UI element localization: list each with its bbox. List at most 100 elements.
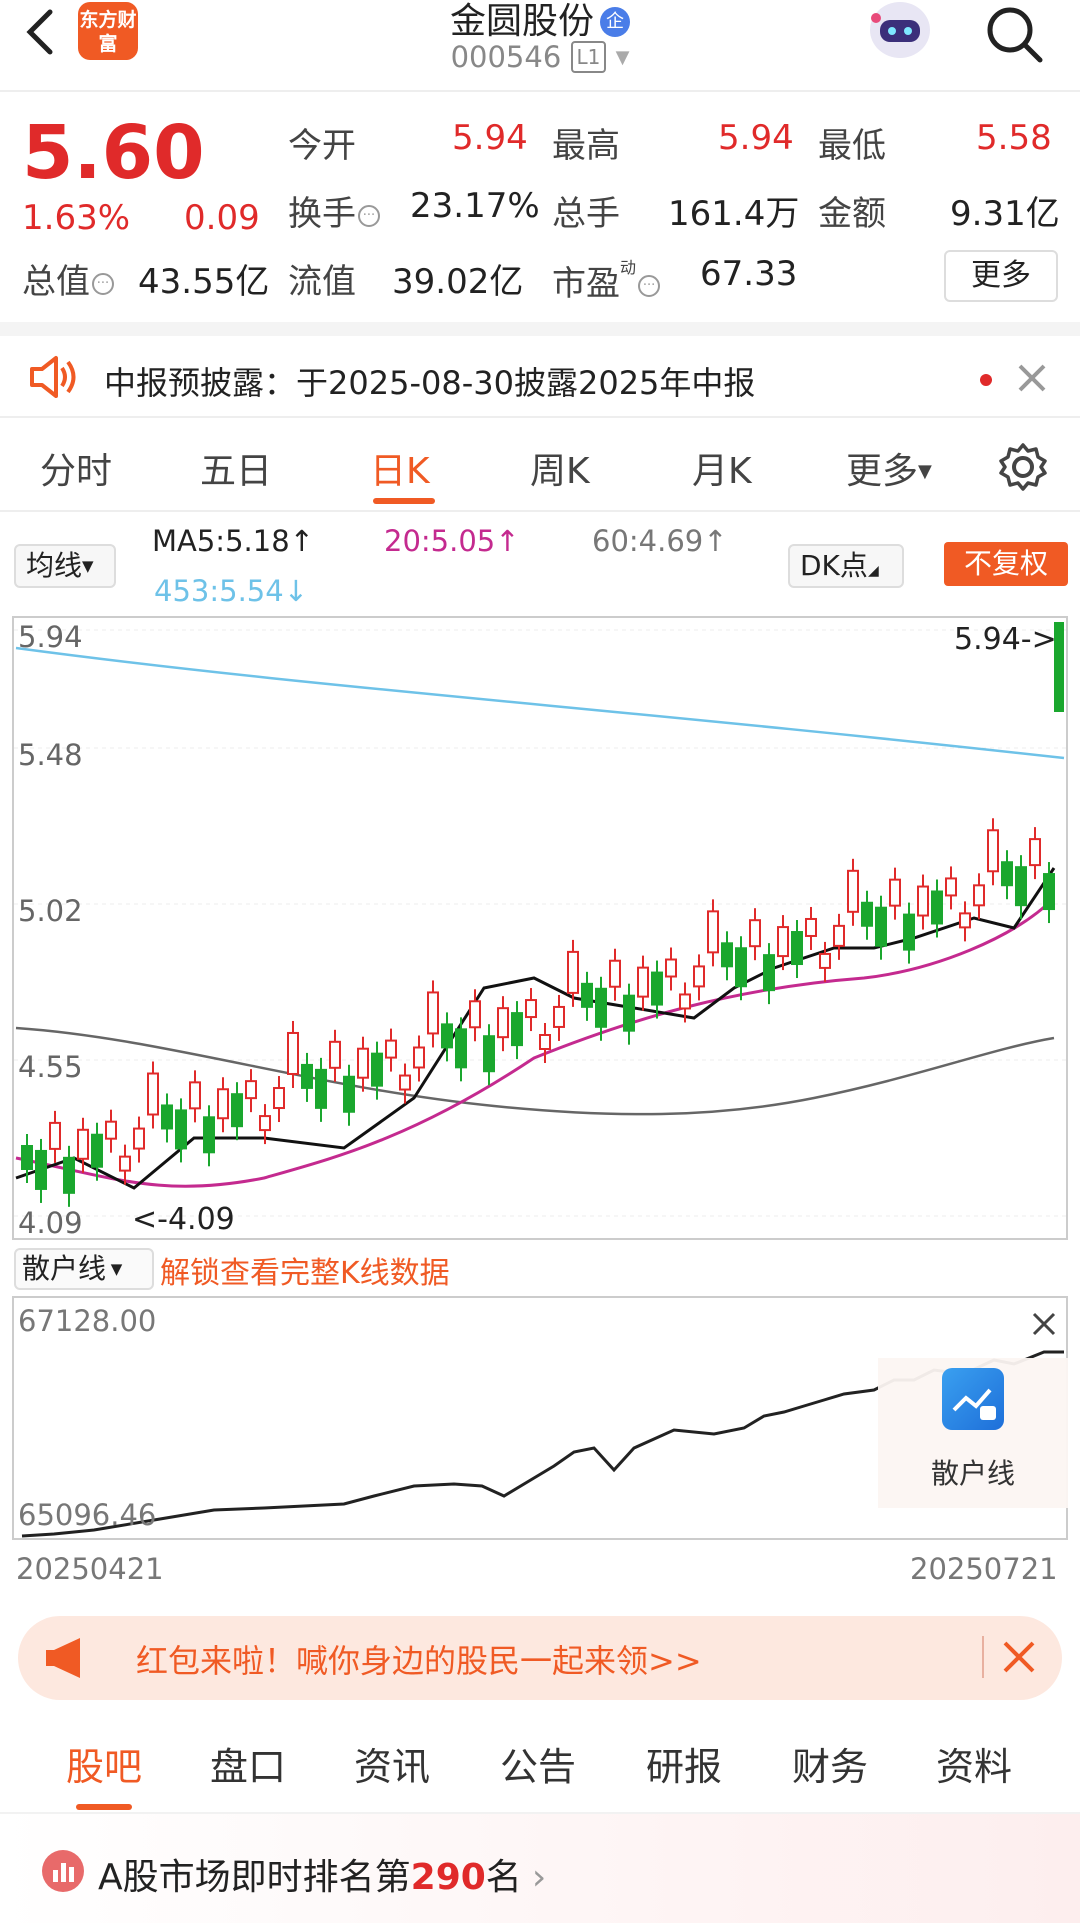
candle-body (707, 910, 719, 954)
candle-body (469, 1000, 481, 1029)
candle-body (329, 1040, 341, 1069)
candle-body (21, 1145, 33, 1170)
ma20-value: 20:5.05↑ (384, 524, 520, 558)
candle-body (679, 993, 691, 1010)
tab-announcement[interactable]: 公告 (500, 1736, 576, 1791)
search-icon[interactable] (982, 4, 1048, 64)
ma60-value: 60:4.69↑ (592, 524, 728, 558)
stock-code-text: 000546 (450, 40, 562, 74)
candle-body (455, 1028, 467, 1069)
turnover-label[interactable]: 换手 ··· (288, 186, 380, 235)
dk-label: DK点 (800, 549, 868, 582)
fuquan-button[interactable]: 不复权 (944, 542, 1068, 586)
more-quote-button[interactable]: 更多 (944, 250, 1058, 302)
candle-body (385, 1039, 397, 1059)
sub-y-max: 67128.00 (18, 1304, 157, 1338)
active-tab-indicator (373, 498, 435, 504)
candle-body (987, 829, 999, 873)
banner-text: 红包来啦！喊你身边的股民一起来领>> (136, 1642, 702, 1680)
candle-body (819, 952, 831, 969)
unlock-kline-link[interactable]: 解锁查看完整K线数据 (160, 1248, 450, 1292)
retail-line-card[interactable]: 散户线 (878, 1358, 1068, 1508)
candle-body (833, 924, 845, 947)
dk-point-selector[interactable]: DK点◢ (788, 544, 904, 588)
candle-body (875, 906, 887, 947)
high-price-marker: 5.94-> (954, 622, 1057, 657)
candle-body (1001, 861, 1013, 887)
close-icon[interactable] (1002, 1640, 1036, 1678)
candle-body (735, 947, 747, 988)
tab-wuri[interactable]: 五日 (200, 442, 272, 494)
candle-body (1043, 873, 1055, 911)
candle-body (609, 959, 621, 988)
candle-body (749, 919, 761, 948)
low-value: 5.58 (976, 118, 1052, 158)
tab-daily-k[interactable]: 日K (370, 442, 430, 494)
dropdown-icon: ▼ (106, 1260, 123, 1278)
candle-body (595, 987, 607, 1028)
candle-body (581, 982, 593, 1008)
candle-body (861, 901, 873, 927)
megaphone-icon (40, 1634, 92, 1686)
pe-label[interactable]: 市盈动··· (552, 254, 661, 305)
ma5-value: MA5:5.18↑ (152, 524, 314, 558)
stock-name-text: 金圆股份 (449, 1, 594, 42)
ma-selector-label: 均线 (26, 549, 83, 582)
tab-news[interactable]: 资讯 (354, 1736, 430, 1791)
volume-label: 总手 (552, 194, 620, 234)
red-packet-banner[interactable]: 红包来啦！喊你身边的股民一起来领>> (18, 1616, 1062, 1700)
tab-weekly-k[interactable]: 周K (530, 442, 590, 494)
candle-body (763, 954, 775, 992)
tab-fenshi[interactable]: 分时 (40, 442, 112, 494)
change-percent: 1.63% (22, 198, 131, 238)
candle-body (91, 1133, 103, 1168)
close-icon[interactable] (1032, 1312, 1056, 1340)
notice-text: 中报预披露：于2025-08-30披露2025年中报 (104, 364, 756, 402)
candle-body (931, 890, 943, 925)
candle-body (427, 991, 439, 1035)
tab-research[interactable]: 研报 (646, 1736, 722, 1791)
candle-body (287, 1031, 299, 1075)
amount-label: 金额 (818, 194, 886, 234)
divider (982, 1636, 984, 1678)
current-price: 5.60 (22, 110, 205, 196)
total-value-label[interactable]: 总值 ··· (22, 254, 114, 303)
close-icon[interactable] (1016, 362, 1048, 398)
candle-body (511, 1012, 523, 1047)
rank-number: 290 (410, 1857, 486, 1898)
sub-indicator-selector[interactable]: 散户线 ▼ (14, 1248, 154, 1290)
candle-body (1029, 838, 1041, 867)
tab-guba[interactable]: 股吧 (66, 1736, 142, 1791)
candle-body (791, 931, 803, 966)
candle-body (147, 1072, 159, 1116)
tab-monthly-k[interactable]: 月K (692, 442, 752, 494)
tab-more[interactable]: 更多▼ (846, 442, 932, 494)
candle-body (315, 1068, 327, 1109)
high-label: 最高 (552, 126, 620, 166)
ma453-line (15, 646, 1065, 760)
turnover-label-text: 换手 (288, 194, 356, 234)
dropdown-icon: ◢ (867, 563, 879, 579)
candle-body (77, 1128, 89, 1160)
market-rank-bar[interactable]: A股市场即时排名第290名 › (0, 1812, 1080, 1923)
tab-pankou[interactable]: 盘口 (210, 1736, 286, 1791)
candle-body (49, 1121, 61, 1150)
candle-body (301, 1063, 313, 1089)
robot-assistant-icon[interactable] (862, 0, 938, 66)
kline-chart[interactable]: 5.94 5.48 5.02 4.55 4.09 5.94-> <-4.09 (12, 616, 1068, 1240)
tab-finance[interactable]: 财务 (792, 1736, 868, 1791)
notice-bar[interactable]: 中报预披露：于2025-08-30披露2025年中报 (0, 322, 1080, 418)
settings-gear-icon[interactable] (998, 442, 1048, 496)
candle-body (189, 1081, 201, 1110)
ma5-line (15, 867, 1056, 1190)
top-nav-bar: 东方财富 金圆股份企 000546 L1 ▼ (0, 0, 1080, 92)
candle-body (413, 1046, 425, 1069)
tab-profile[interactable]: 资料 (936, 1736, 1012, 1791)
date-start: 20250421 (16, 1552, 164, 1586)
candle-body (35, 1149, 47, 1190)
volume-value: 161.4万 (668, 194, 800, 234)
candle-body (567, 950, 579, 994)
y-label-3: 5.02 (18, 894, 83, 928)
ma-selector[interactable]: 均线▼ (14, 544, 116, 588)
high-value: 5.94 (718, 118, 794, 158)
